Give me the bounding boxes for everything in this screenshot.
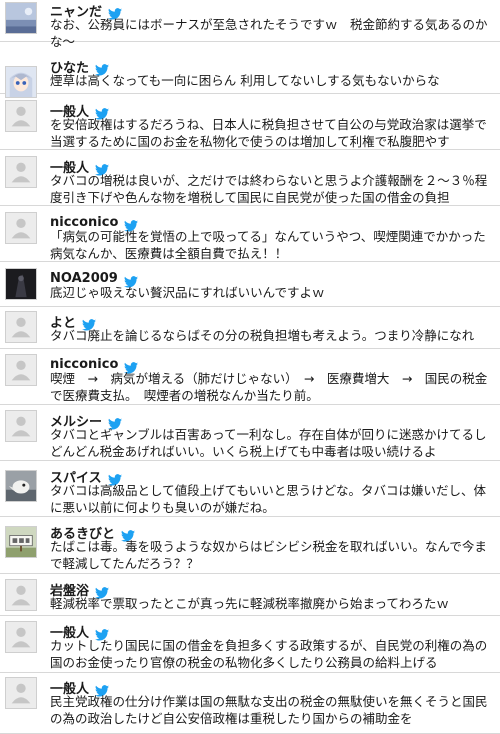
tweet-row: あるきびと たばこは毒。毒を吸うような奴からはビシビシ税金を取ればいい。なんで今ま… — [0, 517, 500, 574]
tweet-text: 「病気の可能性を覚悟の上で吸ってる」なんていうやつ、喫煙関連でかかった病気なんか… — [50, 229, 486, 261]
tweet-row: nicconico 「病気の可能性を覚悟の上で吸ってる」なんていうやつ、喫煙関連で… — [0, 206, 500, 262]
twitter-bird-icon[interactable] — [107, 471, 122, 486]
tweet-text: を安倍政権はするだろうね、日本人に税負担させて自公の与党政治家は選挙で当選するた… — [50, 117, 487, 149]
avatar[interactable] — [5, 470, 37, 502]
tweet-row: 一般人 民主党政権の仕分け作業は国の無駄な支出の税金の無駄使いを無くそうと国民の為… — [0, 673, 500, 734]
avatar[interactable] — [5, 100, 37, 132]
avatar[interactable] — [5, 156, 37, 188]
tweet-text: 煙草は高くなっても一向に困らん 利用してないしする気もないからな — [50, 73, 440, 88]
twitter-bird-icon[interactable] — [95, 161, 110, 176]
tweet-text: 軽減税率で票取ったとこが真っ先に軽減税率撤廃から始まってわろたｗ — [50, 596, 449, 611]
tweet-text: タバコは高級品として値段上げてもいいと思うけどな。タバコは嫌いだし、体に悪い以前… — [50, 483, 487, 515]
avatar[interactable] — [5, 268, 37, 300]
twitter-bird-icon[interactable] — [95, 584, 110, 599]
twitter-bird-icon[interactable] — [82, 316, 97, 331]
tweet-text: タバコ廃止を論じるならばその分の税負担増も考えよう。つまり冷静になれ — [50, 328, 475, 343]
twitter-bird-icon[interactable] — [124, 217, 139, 232]
tweet-row: 一般人 を安倍政権はするだろうね、日本人に税負担させて自公の与党政治家は選挙で当選… — [0, 94, 500, 150]
tweet-row: NOA2009 底辺じゃ吸えない贅沢品にすればいいんですよｗ — [0, 262, 500, 307]
tweet-row: nicconico 喫煙 → 病気が増える（肺だけじゃない） → 医療費増大 → … — [0, 349, 500, 405]
tweet-row: 一般人 カットしたり国民に国の借金を負担多くする政策するが、自民党の利権の為の国の… — [0, 616, 500, 673]
tweet-text: 喫煙 → 病気が増える（肺だけじゃない） → 医療費増大 → 国民の税金で医療費… — [50, 371, 488, 403]
tweet-row: ニャンだ なお、公務員にはボーナスが至急されたそうですｗ 税金節約する気あるのかな… — [0, 0, 500, 49]
tweet-text: カットしたり国民に国の借金を負担多くする政策するが、自民党の利権の為の国のお金使… — [50, 638, 488, 670]
avatar[interactable] — [5, 410, 37, 442]
tweet-text: たばこは毒。毒を吸うような奴からはビシビシ税金を取ればいい。なんで今まで軽減して… — [50, 539, 487, 571]
avatar[interactable] — [5, 311, 37, 343]
avatar[interactable] — [5, 2, 37, 34]
tweet-text: タバコとギャンブルは百害あって一利なし。存在自体が回りに迷惑かけてるしどんどん税… — [50, 427, 487, 459]
tweet-row: ひなた 煙草は高くなっても一向に困らん 利用してないしする気もないからな — [0, 42, 500, 98]
avatar[interactable] — [5, 354, 37, 386]
twitter-bird-icon[interactable] — [121, 527, 136, 542]
tweet-row: メルシー タバコとギャンブルは百害あって一利なし。存在自体が回りに迷惑かけてるしど… — [0, 405, 500, 461]
tweet-text: タバコの増税は良いが、之だけでは終わらないと思うよ介護報酬を２～３％程度引き下げ… — [50, 173, 488, 205]
avatar[interactable] — [5, 212, 37, 244]
tweet-row: よと タバコ廃止を論じるならばその分の税負担増も考えよう。つまり冷静になれ — [0, 307, 500, 349]
tweet-row: スパイス タバコは高級品として値段上げてもいいと思うけどな。タバコは嫌いだし、体に… — [0, 461, 500, 517]
avatar[interactable] — [5, 677, 37, 709]
twitter-bird-icon[interactable] — [95, 61, 110, 76]
avatar[interactable] — [5, 621, 37, 653]
tweet-text: 底辺じゃ吸えない贅沢品にすればいいんですよｗ — [50, 285, 325, 300]
tweet-text: 民主党政権の仕分け作業は国の無駄な支出の税金の無駄使いを無くそうと国民の為の政治… — [50, 694, 488, 726]
avatar[interactable] — [5, 526, 37, 558]
tweet-row: 岩盤浴 軽減税率で票取ったとこが真っ先に軽減税率撤廃から始まってわろたｗ — [0, 574, 500, 616]
tweet-row: 一般人 タバコの増税は良いが、之だけでは終わらないと思うよ介護報酬を２～３％程度引… — [0, 150, 500, 206]
avatar[interactable] — [5, 579, 37, 611]
twitter-bird-icon[interactable] — [108, 415, 123, 430]
twitter-bird-icon[interactable] — [95, 682, 110, 697]
twitter-bird-icon[interactable] — [124, 359, 139, 374]
twitter-bird-icon[interactable] — [123, 273, 138, 288]
twitter-bird-icon[interactable] — [108, 5, 123, 20]
twitter-bird-icon[interactable] — [95, 626, 110, 641]
twitter-bird-icon[interactable] — [95, 105, 110, 120]
